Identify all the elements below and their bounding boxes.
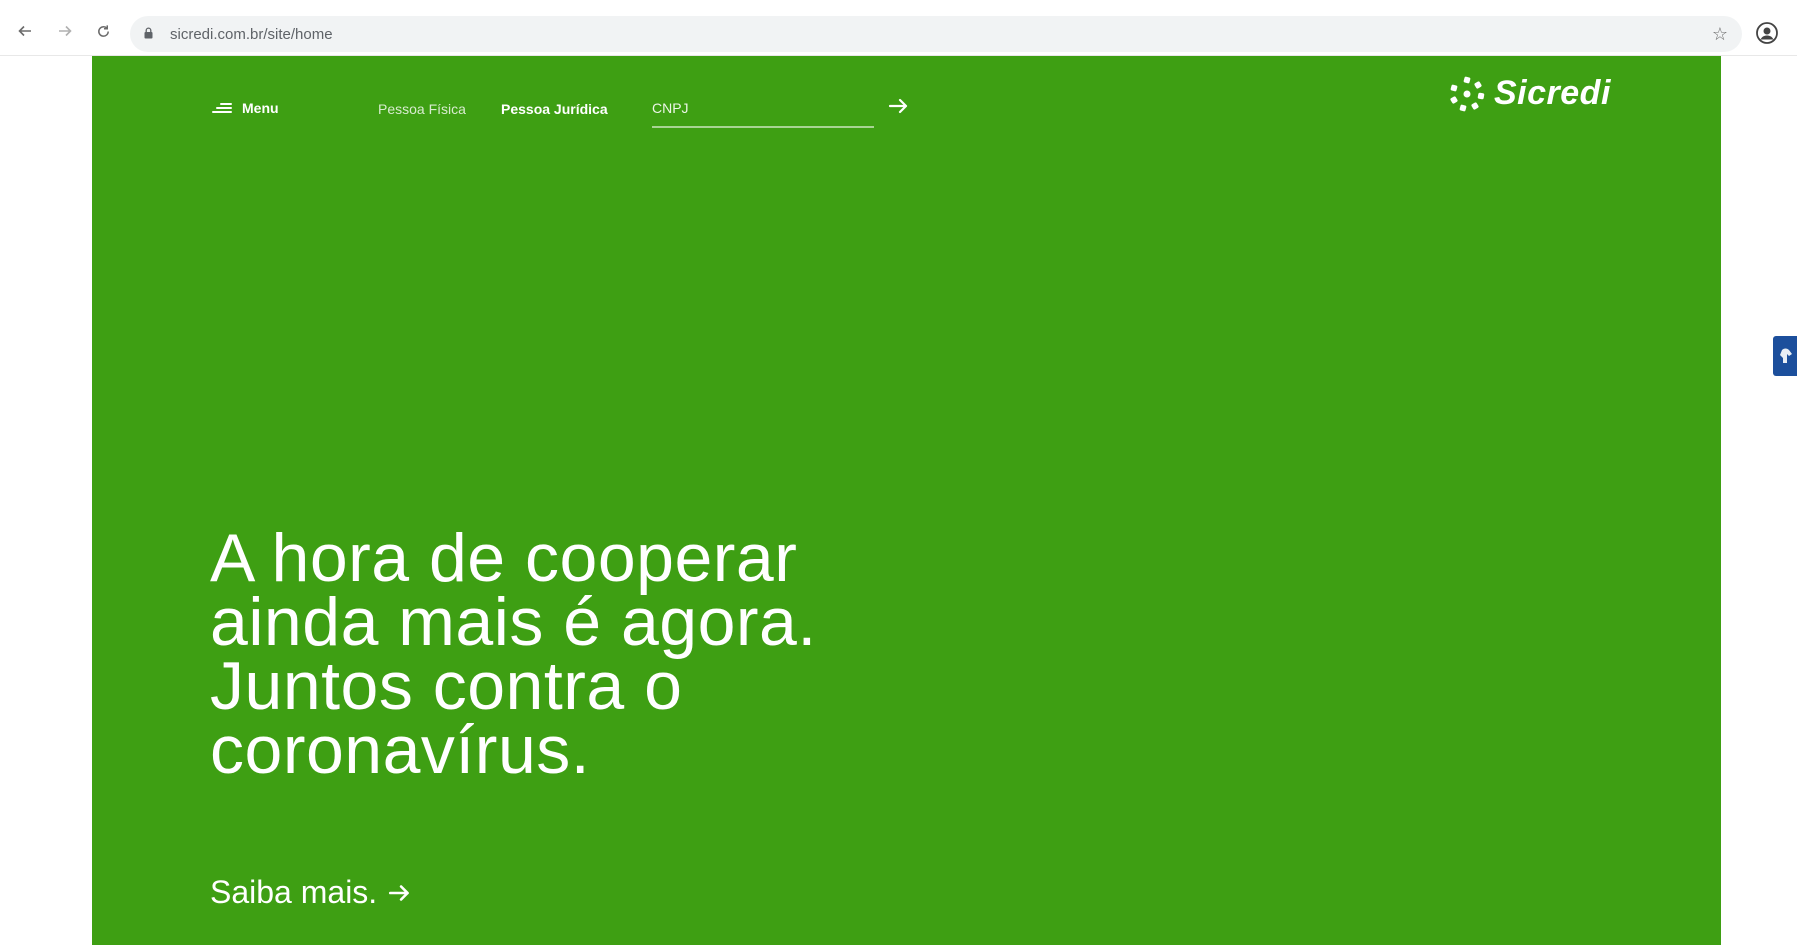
lock-icon (144, 27, 153, 39)
headline-line: ainda mais é agora. (210, 584, 817, 660)
cnpj-input[interactable] (652, 92, 852, 116)
hamburger-icon (212, 102, 232, 114)
hero-headline: A hora de cooperar ainda mais é agora. J… (210, 520, 817, 788)
sicredi-logo[interactable]: Sicredi (1448, 74, 1611, 113)
address-bar[interactable]: sicredi.com.br/site/home ☆ (130, 16, 1742, 52)
browser-toolbar: sicredi.com.br/site/home ☆ (0, 0, 1797, 56)
headline-line: A hora de cooperar (210, 520, 798, 596)
headline-line: coronavírus. (210, 712, 591, 788)
hand-sign-icon (1780, 348, 1792, 363)
menu-button[interactable]: Menu (212, 100, 279, 116)
back-icon[interactable] (14, 20, 36, 42)
sicredi-symbol-icon (1450, 76, 1485, 111)
logo-text: Sicredi (1494, 74, 1611, 112)
saiba-mais-label: Saiba mais. (210, 874, 378, 910)
hero-banner: Menu Pessoa Física Pessoa Jurídica Sicre… (92, 56, 1721, 945)
submit-arrow-icon[interactable] (887, 94, 911, 118)
arrow-right-icon (389, 884, 410, 901)
headline-line: Juntos contra o (210, 648, 683, 724)
cnpj-field-container (652, 92, 874, 128)
segment-pessoa-juridica[interactable]: Pessoa Jurídica (501, 101, 608, 117)
url-text: sicredi.com.br/site/home (170, 26, 333, 43)
segment-pessoa-fisica[interactable]: Pessoa Física (378, 101, 466, 117)
menu-label: Menu (242, 100, 279, 116)
saiba-mais-link[interactable]: Saiba mais. (210, 874, 413, 911)
star-icon[interactable]: ☆ (1712, 24, 1728, 45)
reload-icon[interactable] (92, 20, 114, 42)
forward-icon[interactable] (54, 20, 76, 42)
accessibility-widget[interactable] (1773, 336, 1797, 376)
account-circle-icon[interactable] (1756, 22, 1778, 44)
